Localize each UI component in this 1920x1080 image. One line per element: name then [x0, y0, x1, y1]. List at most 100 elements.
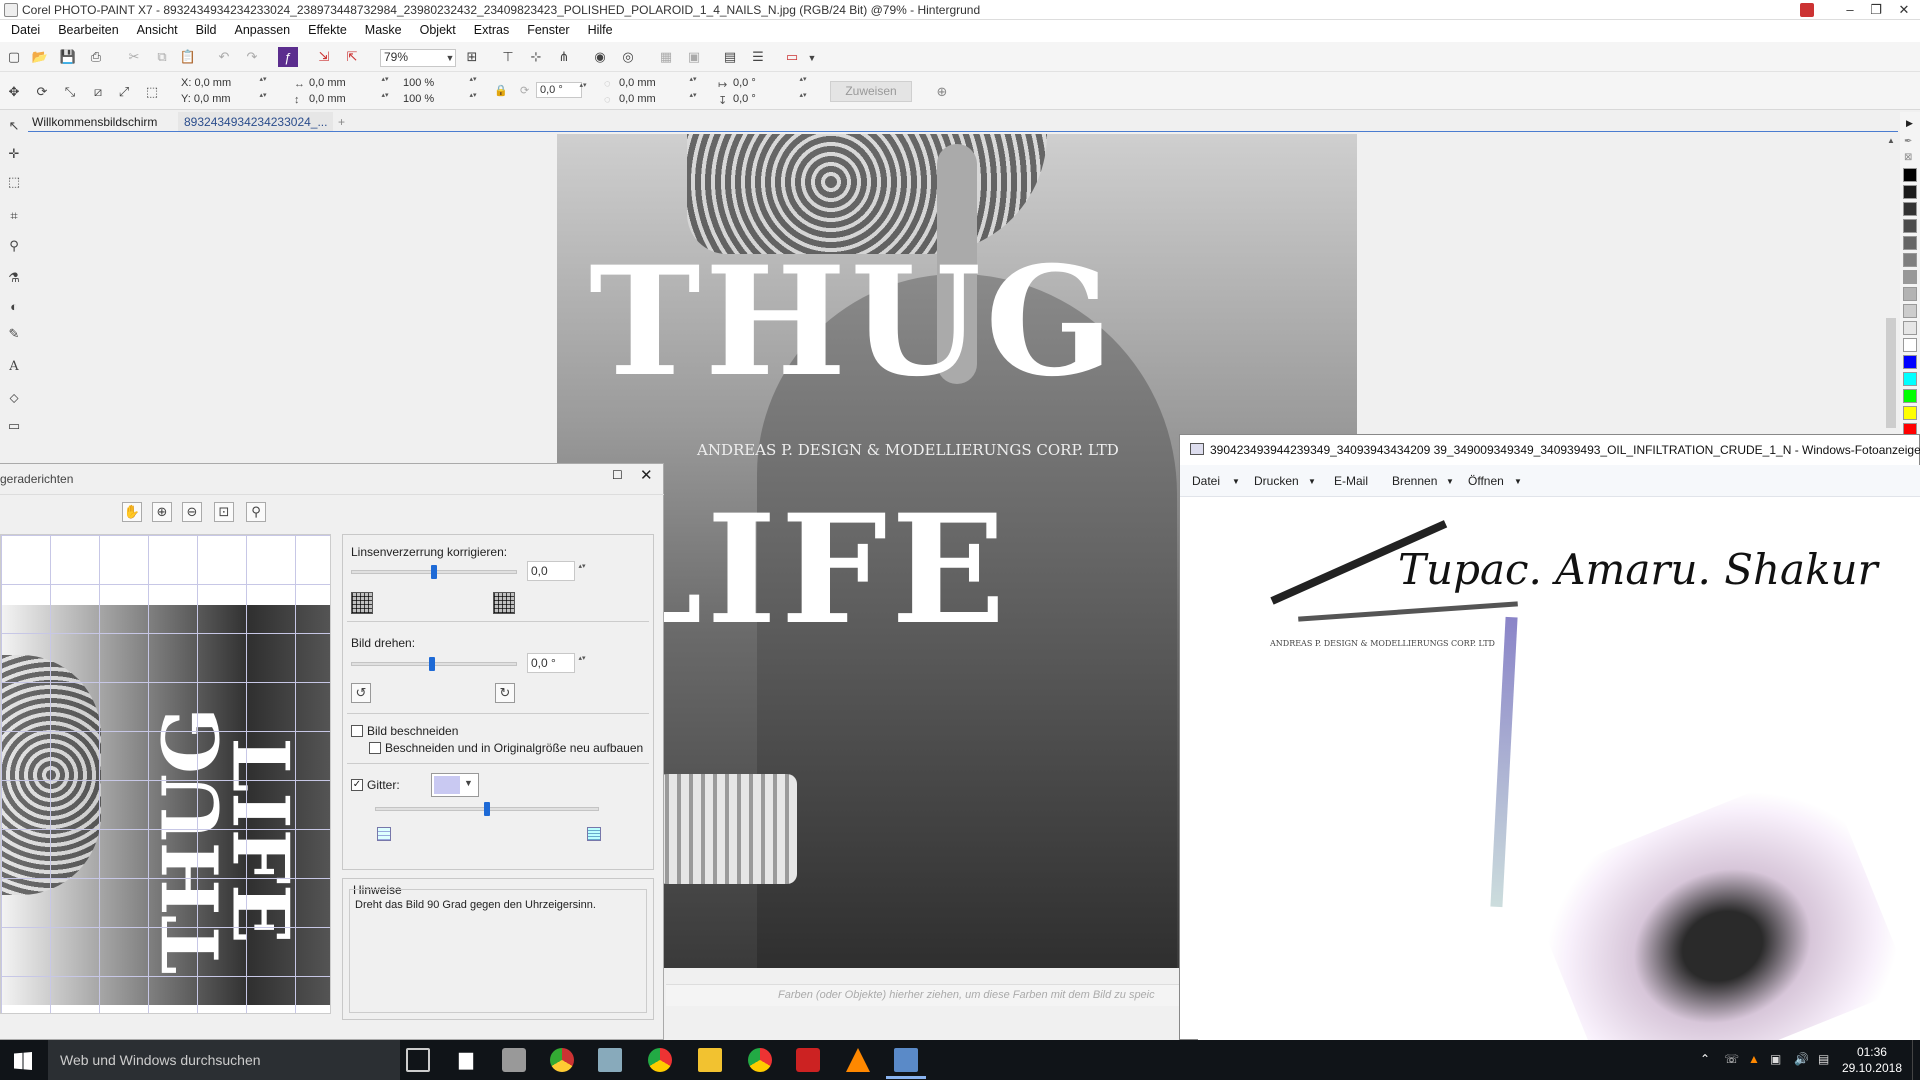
- store-icon[interactable]: [458, 1052, 474, 1070]
- chrome-icon[interactable]: [648, 1048, 672, 1072]
- rotate-left-icon[interactable]: ↺: [351, 683, 371, 703]
- rotate-value-field[interactable]: 0,0 °: [527, 653, 575, 673]
- center-x-field[interactable]: 0,0 mm: [616, 76, 692, 92]
- corel-icon[interactable]: [550, 1048, 574, 1072]
- menu-ansicht[interactable]: Ansicht: [128, 20, 187, 37]
- chevron-down-icon[interactable]: ▼: [1308, 477, 1316, 486]
- palette-swatch[interactable]: [1903, 168, 1917, 182]
- palette-swatch[interactable]: [1903, 355, 1917, 369]
- zoom-fit-icon[interactable]: ⊞: [462, 47, 482, 67]
- zoom-out-icon[interactable]: ⊖: [182, 502, 202, 522]
- menu-objekt[interactable]: Objekt: [411, 20, 465, 37]
- launch-icon[interactable]: ▭: [782, 47, 802, 67]
- palette-swatch[interactable]: [1903, 321, 1917, 335]
- menu-bild[interactable]: Bild: [187, 20, 226, 37]
- palette-swatch[interactable]: [1903, 406, 1917, 420]
- crop-checkbox[interactable]: [351, 725, 363, 737]
- height-field[interactable]: 0,0 mm: [306, 92, 386, 108]
- grid-size-slider-thumb[interactable]: [484, 802, 490, 816]
- tab-welcome[interactable]: Willkommensbildschirm: [26, 112, 163, 132]
- palette-swatch[interactable]: [1903, 253, 1917, 267]
- chevron-down-icon[interactable]: ▼: [1446, 477, 1454, 486]
- mask-rectangle-icon[interactable]: ⬚: [4, 172, 24, 192]
- tray-icon[interactable]: ☏: [1724, 1052, 1739, 1066]
- object-lock-icon[interactable]: ▣: [684, 47, 704, 67]
- clock[interactable]: 01:36 29.10.2018: [1842, 1044, 1902, 1076]
- app-icon[interactable]: [502, 1048, 526, 1072]
- tab-document[interactable]: 8932434934234233024_...: [178, 112, 334, 132]
- crop-rebuild-checkbox[interactable]: [369, 742, 381, 754]
- text-tool-icon[interactable]: A: [4, 356, 24, 376]
- zoom-tool-icon[interactable]: ⚲: [4, 236, 24, 256]
- spin-icon[interactable]: ▴▾: [258, 92, 268, 108]
- viewer-menu-email[interactable]: E-Mail: [1334, 474, 1368, 488]
- fill-tool-icon[interactable]: ⬦: [4, 388, 24, 408]
- keyboard-icon[interactable]: ▤: [1818, 1052, 1829, 1066]
- task-view-icon[interactable]: [406, 1048, 430, 1072]
- skew-icon[interactable]: ⧄: [88, 82, 108, 102]
- pick-tool-icon[interactable]: ↖: [4, 116, 24, 136]
- volume-icon[interactable]: 🔊: [1794, 1052, 1809, 1066]
- app-icon[interactable]: [796, 1048, 820, 1072]
- open-icon[interactable]: 📂: [30, 47, 50, 67]
- color-document-bar[interactable]: Farben (oder Objekte) hierher ziehen, um…: [666, 984, 1180, 1006]
- lock-ratio-icon[interactable]: 🔒: [494, 84, 508, 97]
- spin-icon[interactable]: ▴▾: [798, 92, 808, 108]
- apply-button[interactable]: Zuweisen: [830, 81, 912, 102]
- spin-icon[interactable]: ▴▾: [380, 92, 390, 108]
- palette-swatch[interactable]: [1903, 338, 1917, 352]
- windows-start-icon[interactable]: [14, 1052, 32, 1070]
- save-icon[interactable]: 💾: [58, 47, 78, 67]
- viewer-menu-drucken[interactable]: Drucken: [1254, 474, 1299, 488]
- spin-icon[interactable]: ▴▾: [468, 92, 478, 108]
- palette-swatch[interactable]: [1903, 372, 1917, 386]
- width-field[interactable]: 0,0 mm: [306, 76, 386, 92]
- copy-icon[interactable]: ⧉: [152, 47, 172, 67]
- redo-icon[interactable]: ↷: [242, 47, 262, 67]
- vlc-icon[interactable]: [846, 1048, 870, 1072]
- close-icon[interactable]: ✕: [640, 466, 653, 484]
- network-icon[interactable]: ▣: [1770, 1052, 1781, 1066]
- minimize-button[interactable]: –: [1836, 0, 1864, 20]
- object-marquee-icon[interactable]: ▦: [656, 47, 676, 67]
- options-icon[interactable]: ☰: [748, 47, 768, 67]
- transform-tool-icon[interactable]: ✛: [4, 144, 24, 164]
- distort-icon[interactable]: ⤢: [114, 82, 134, 102]
- rotate-right-icon[interactable]: ↻: [495, 683, 515, 703]
- menu-hilfe[interactable]: Hilfe: [579, 20, 622, 37]
- user-icon[interactable]: [1800, 3, 1814, 17]
- chevron-down-icon[interactable]: ▼: [802, 48, 822, 68]
- no-color-icon[interactable]: ⊠: [1904, 152, 1912, 163]
- rulers-icon[interactable]: ⊤: [498, 47, 518, 67]
- paste-icon[interactable]: 📋: [178, 47, 198, 67]
- maximize-icon[interactable]: ☐: [612, 468, 623, 482]
- eyedropper-icon[interactable]: ⚗: [4, 268, 24, 288]
- dialog-preview[interactable]: THUG LIFE: [0, 534, 331, 1014]
- maximize-button[interactable]: ❐: [1862, 0, 1890, 20]
- image-adjust-icon[interactable]: ▤: [720, 47, 740, 67]
- position-y-field[interactable]: Y: 0,0 mm: [178, 92, 264, 108]
- menu-bearbeiten[interactable]: Bearbeiten: [49, 20, 127, 37]
- palette-swatch[interactable]: [1903, 236, 1917, 250]
- red-eye-tool-icon[interactable]: ◐: [4, 296, 24, 316]
- rotation-field[interactable]: 0,0 °: [536, 82, 582, 98]
- mask-show-icon[interactable]: ◉: [590, 47, 610, 67]
- hand-tool-icon[interactable]: ✋: [122, 502, 142, 522]
- vertical-scrollbar[interactable]: ▲: [1884, 134, 1898, 434]
- snap-icon[interactable]: ⋔: [554, 47, 574, 67]
- skew-y-field[interactable]: 0,0 °: [730, 92, 800, 108]
- file-explorer-icon[interactable]: [698, 1048, 722, 1072]
- viewer-menu-brennen[interactable]: Brennen: [1392, 474, 1437, 488]
- menu-fenster[interactable]: Fenster: [518, 20, 578, 37]
- paint-tool-icon[interactable]: ✎: [4, 324, 24, 344]
- vlc-tray-icon[interactable]: ▲: [1748, 1052, 1760, 1066]
- tray-chevron-icon[interactable]: ⌃: [1700, 1052, 1710, 1066]
- spin-icon[interactable]: ▴▾: [688, 92, 698, 108]
- scale-x-field[interactable]: 100 %: [400, 76, 470, 92]
- scale-icon[interactable]: ⤡: [60, 82, 80, 102]
- close-button[interactable]: ✕: [1890, 0, 1918, 20]
- center-y-field[interactable]: 0,0 mm: [616, 92, 692, 108]
- viewer-menu-datei[interactable]: Datei: [1192, 474, 1220, 488]
- spin-icon[interactable]: ▴▾: [258, 76, 268, 92]
- add-icon[interactable]: ⊕: [932, 82, 952, 102]
